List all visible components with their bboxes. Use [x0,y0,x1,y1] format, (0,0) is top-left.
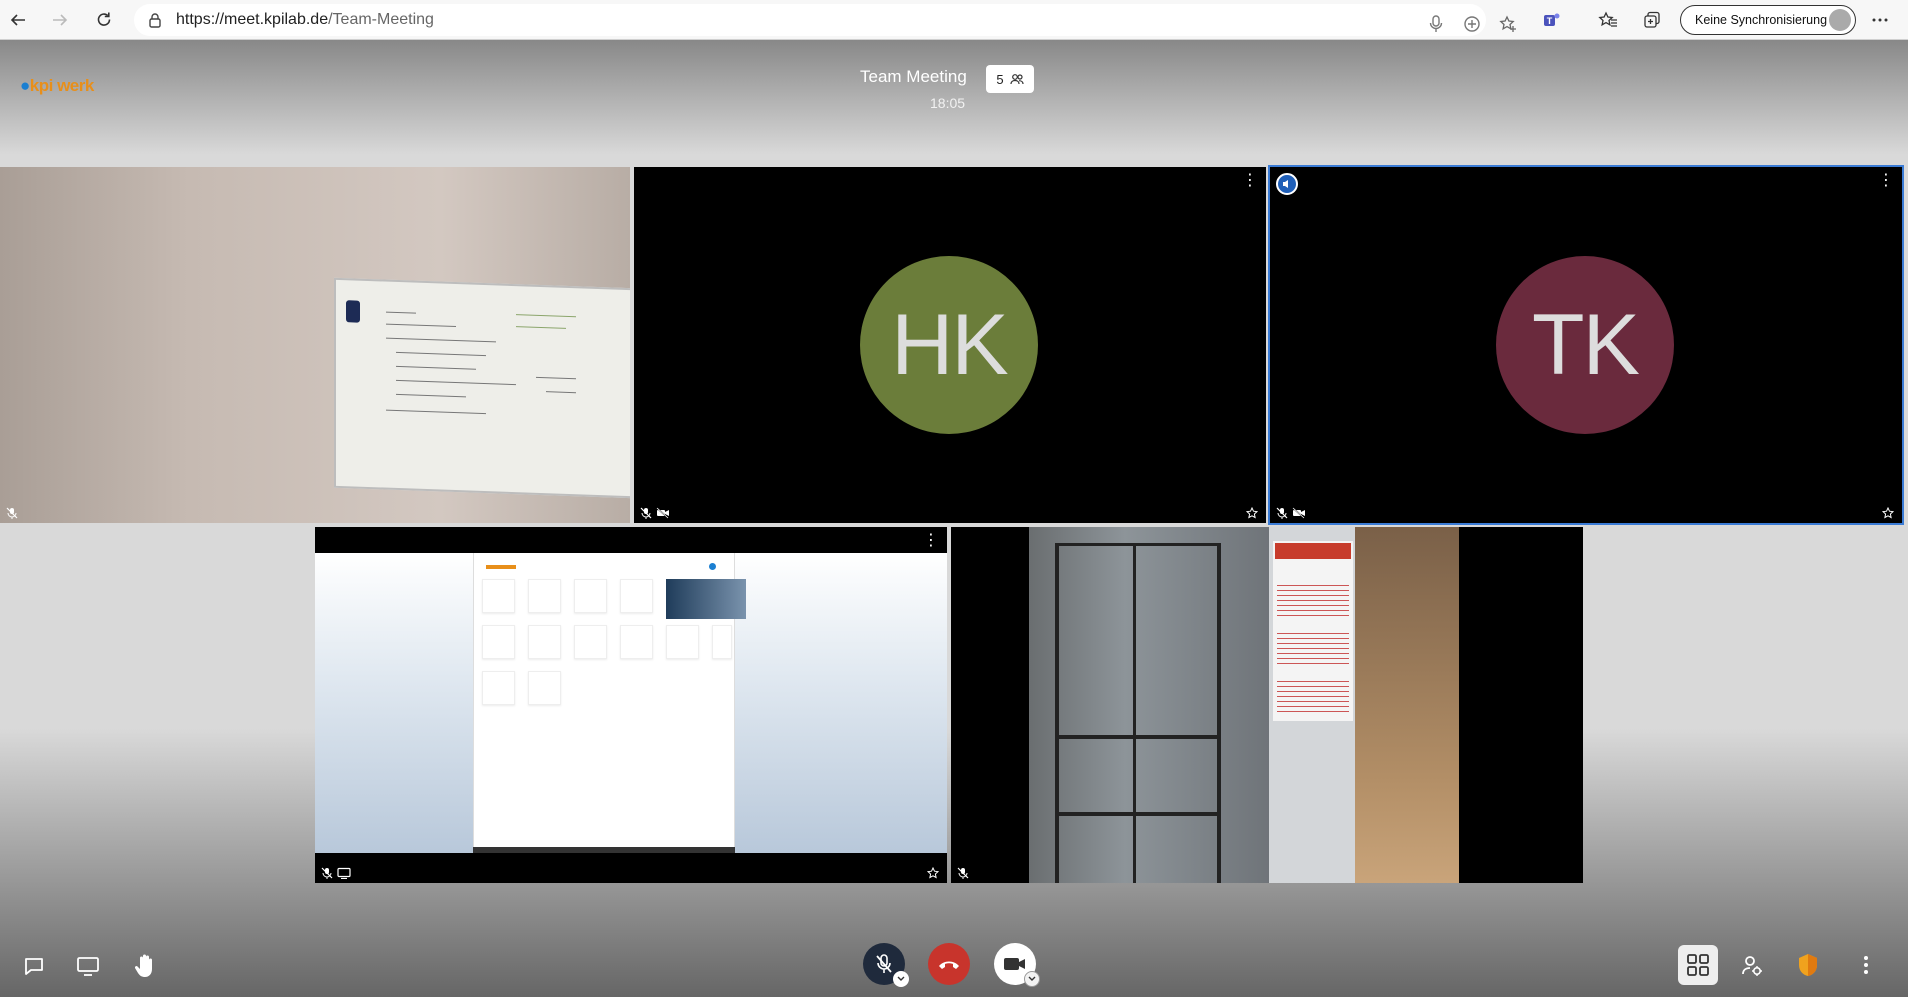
url-host: https://meet.kpilab.de [176,11,329,28]
video-frame-whiteboard [334,277,630,499]
meeting-title: Team Meeting [860,67,967,86]
forward-button[interactable] [46,6,74,34]
tile-view-icon [1687,954,1709,976]
raise-hand-button[interactable] [125,946,165,986]
camera-off-icon [656,507,669,519]
raise-hand-icon [134,954,152,977]
sync-label: Keine Synchronisierung [1695,13,1828,27]
screenshare-icon [77,957,99,976]
mic-muted-icon [640,507,652,519]
more-icon [1864,956,1868,974]
tile-menu-icon[interactable]: ⋮ [1878,173,1894,189]
participant-tile-5[interactable] [951,527,1583,883]
mic-options-chevron-icon[interactable] [893,971,909,987]
mic-muted-icon [6,507,18,519]
tile-menu-icon[interactable]: ⋮ [923,533,939,549]
browser-toolbar: https://meet.kpilab.de/Team-Meeting T Ke… [0,0,1908,40]
shared-screen-content [315,553,947,853]
tile-status-icons [6,507,18,519]
tile-menu-icon[interactable]: ⋮ [1242,173,1258,189]
tile-status-icons [321,867,351,879]
camera-toggle-button[interactable] [994,943,1040,987]
profile-avatar-icon [1829,9,1851,31]
url-path: /Team-Meeting [328,11,434,28]
sync-profile-button[interactable]: Keine Synchronisierung [1680,5,1856,35]
meeting-timer: 18:05 [930,95,966,111]
participant-avatar-hk: HK [860,256,1038,434]
camera-off-icon [1292,507,1305,519]
logo-text: kpi werk [29,76,95,95]
chat-button[interactable] [14,946,54,986]
mic-muted-icon [957,867,969,879]
camera-icon [1004,958,1025,970]
participant-avatar-tk: TK [1496,256,1674,434]
screen-share-icon [337,867,351,879]
hangup-icon [939,961,959,969]
tile-status-icons [957,867,969,879]
favorites-icon[interactable] [1596,8,1620,32]
participant-count-badge[interactable]: 5 [986,65,1034,93]
participant-tile-screenshare[interactable]: ⋮ [315,527,947,883]
participant-tile-1[interactable] [0,167,630,523]
pin-star-icon[interactable] [927,867,939,879]
tile-status-icons [640,507,670,519]
pin-star-icon[interactable] [1882,507,1894,519]
security-button[interactable] [1788,945,1828,985]
voice-search-icon[interactable] [1424,12,1448,36]
add-favorite-icon[interactable] [1496,12,1520,36]
chat-icon [25,958,43,975]
mic-muted-icon [321,867,333,879]
back-arrow-icon [10,14,25,26]
svg-text:T: T [1547,16,1553,26]
participants-group-icon [1010,74,1024,85]
participants-button[interactable] [1732,945,1772,985]
teams-extension-icon[interactable]: T [1540,8,1564,32]
mic-muted-icon [1276,507,1288,519]
address-bar[interactable]: https://meet.kpilab.de/Team-Meeting [134,4,1516,36]
camera-options-chevron-icon[interactable] [1024,971,1040,987]
back-button[interactable] [4,6,32,34]
kpi-werk-logo: ●kpi werk [20,76,95,95]
meeting-stage: ●kpi werk Team Meeting 5 18:05 HK ⋮ TK ⋮… [0,40,1908,997]
browser-menu-icon[interactable] [1868,8,1892,32]
screenshare-button[interactable] [68,946,108,986]
hangup-button[interactable] [928,943,970,985]
participant-tile-tk[interactable]: TK ⋮ [1268,165,1904,525]
security-shield-icon [1799,954,1817,976]
participant-count: 5 [996,71,1004,87]
participants-icon [1742,956,1762,976]
forward-arrow-icon [53,14,68,26]
mic-muted-icon [876,954,892,973]
lock-icon [149,13,161,28]
add-app-icon[interactable] [1460,12,1484,36]
participant-tile-hk[interactable]: HK ⋮ [634,167,1266,523]
collections-icon[interactable] [1640,8,1664,32]
url-text: https://meet.kpilab.de/Team-Meeting [176,11,434,29]
reload-icon [97,12,111,26]
tile-status-icons [1276,507,1306,519]
pin-star-icon[interactable] [1246,507,1258,519]
reload-button[interactable] [90,6,118,34]
dominant-speaker-icon [1276,173,1298,195]
tile-view-button[interactable] [1678,945,1718,985]
more-options-button[interactable] [1846,945,1886,985]
mic-toggle-button[interactable] [863,943,909,987]
